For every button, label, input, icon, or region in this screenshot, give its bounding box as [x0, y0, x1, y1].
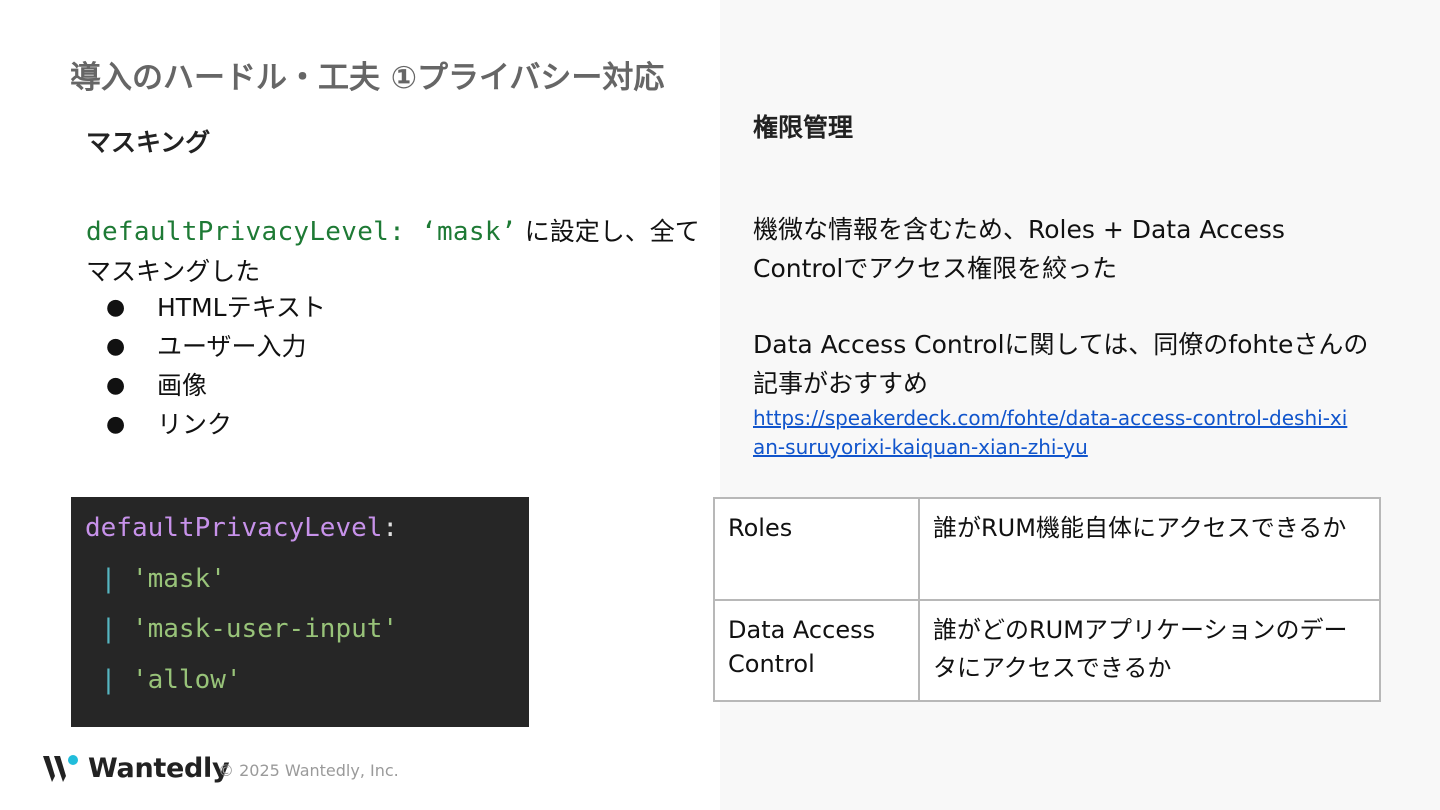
- table-cell-description: 誰がRUM機能自体にアクセスできるか: [918, 497, 1381, 601]
- brand-name: Wantedly: [88, 752, 230, 784]
- table-row: Data Access Control 誰がどのRUMアプリケーションのデータに…: [713, 599, 1381, 702]
- table-cell-feature: Data Access Control: [713, 599, 920, 702]
- table-cell-feature: Roles: [713, 497, 920, 601]
- inline-code-privacy-level: defaultPrivacyLevel: ‘mask’: [86, 217, 517, 247]
- permission-description: 機微な情報を含むため、Roles + Data Access Controlでア…: [753, 215, 1285, 283]
- slide-title: 導入のハードル・工夫 ①プライバシー対応: [70, 60, 665, 96]
- bullet-icon: ●: [106, 295, 126, 320]
- list-item: ● ユーザー入力: [86, 327, 326, 366]
- code-key: defaultPrivacyLevel: [85, 513, 383, 543]
- code-string: 'mask-user-input': [131, 614, 399, 644]
- code-line: defaultPrivacyLevel:: [85, 507, 529, 558]
- table-cell-description: 誰がどのRUMアプリケーションのデータにアクセスできるか: [918, 599, 1381, 702]
- wantedly-mark-icon: [43, 755, 78, 782]
- code-pipe: |: [100, 664, 117, 695]
- article-recommendation: Data Access Controlに関しては、同僚のfohteさんの記事がお…: [753, 330, 1369, 398]
- wantedly-logo: Wantedly: [42, 752, 230, 784]
- list-item-label: HTMLテキスト: [157, 293, 326, 322]
- table-row: Roles 誰がRUM機能自体にアクセスできるか: [713, 497, 1381, 601]
- bullet-icon: ●: [106, 334, 126, 359]
- code-block: defaultPrivacyLevel: | 'mask' | 'mask-us…: [71, 497, 529, 727]
- masking-description: defaultPrivacyLevel: ‘mask’ に設定し、全てマスキング…: [86, 212, 706, 291]
- copyright: © 2025 Wantedly, Inc.: [218, 761, 399, 780]
- bullet-icon: ●: [106, 373, 126, 398]
- masking-target-list: ● HTMLテキスト ● ユーザー入力 ● 画像 ● リンク: [86, 288, 326, 444]
- code-line: | 'mask': [85, 558, 529, 609]
- code-pipe: |: [100, 563, 117, 594]
- code-pipe: |: [100, 614, 117, 644]
- masking-heading: マスキング: [86, 128, 211, 157]
- list-item: ● リンク: [86, 405, 326, 444]
- article-link[interactable]: https://speakerdeck.com/fohte/data-acces…: [753, 404, 1353, 462]
- code-line: | 'allow': [85, 659, 529, 710]
- list-item: ● HTMLテキスト: [86, 288, 326, 327]
- permission-table: Roles 誰がRUM機能自体にアクセスできるか Data Access Con…: [713, 497, 1381, 702]
- list-item-label: リンク: [157, 410, 233, 439]
- bullet-icon: ●: [106, 412, 126, 437]
- list-item-label: ユーザー入力: [157, 332, 307, 361]
- code-string: 'allow': [131, 664, 242, 695]
- permission-heading: 権限管理: [753, 113, 854, 142]
- code-colon: :: [382, 513, 399, 543]
- list-item-label: 画像: [157, 371, 208, 400]
- list-item: ● 画像: [86, 366, 326, 405]
- code-string: 'mask': [131, 563, 226, 594]
- code-line: | 'mask-user-input': [85, 608, 529, 659]
